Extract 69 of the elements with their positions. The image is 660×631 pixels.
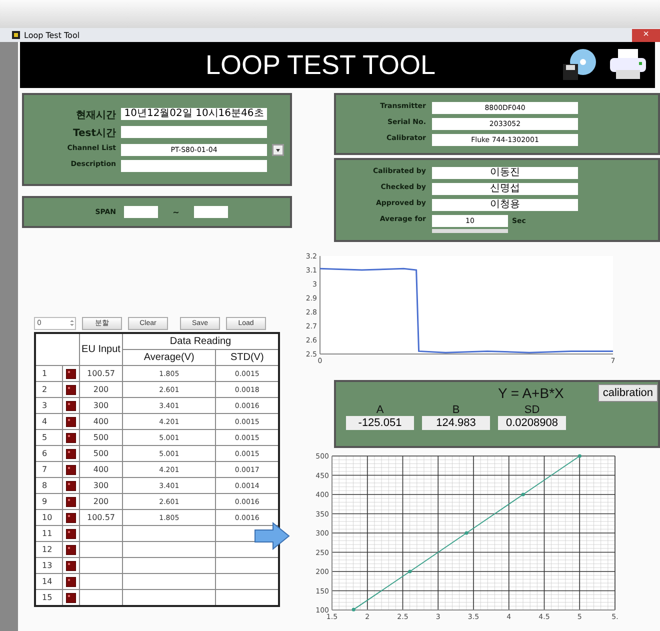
table-cell: 500 xyxy=(80,430,122,446)
table-cell: 500 xyxy=(80,446,122,462)
row-number: 14 xyxy=(35,574,62,590)
led-indicator-icon xyxy=(66,480,76,490)
dropdown-arrow-icon[interactable] xyxy=(272,144,284,156)
field-label: Test시간 xyxy=(72,126,116,140)
table-cell: 100.57 xyxy=(80,366,122,382)
input-field[interactable] xyxy=(124,206,158,218)
table-cell: 300 xyxy=(80,478,122,494)
window-title: Loop Test Tool xyxy=(24,30,81,40)
app-icon xyxy=(12,31,20,39)
text-field[interactable] xyxy=(121,160,267,172)
row-number: 4 xyxy=(35,414,62,430)
printer-icon[interactable] xyxy=(609,48,647,80)
table-cell: 400 xyxy=(80,414,122,430)
row-number: 6 xyxy=(35,446,62,462)
row-number: 9 xyxy=(35,494,62,510)
text-field[interactable]: 이청용 xyxy=(432,199,578,211)
coefficient-label: B xyxy=(452,404,460,416)
led-indicator-icon xyxy=(66,432,76,442)
row-number: 5 xyxy=(35,430,62,446)
app-title: LOOP TEST TOOL xyxy=(204,50,437,80)
led-indicator-icon xyxy=(66,592,76,602)
led-indicator-icon xyxy=(66,528,76,538)
table-cell: 200 xyxy=(80,382,122,398)
right-arrow-icon xyxy=(254,522,290,550)
column-header: EU Input xyxy=(80,333,122,366)
text-field[interactable] xyxy=(121,126,267,138)
coefficient-value: 124.983 xyxy=(422,416,490,430)
close-button[interactable]: × xyxy=(632,28,660,42)
column-header: STD(V) xyxy=(216,350,279,366)
led-indicator-icon xyxy=(66,512,76,522)
equation-text: Y = A+B*X xyxy=(498,385,564,401)
text-field[interactable]: 이동진 xyxy=(432,167,578,179)
row-number: 1 xyxy=(35,366,62,382)
table-cell: 100.57 xyxy=(80,510,122,526)
coefficient-value: -125.051 xyxy=(346,416,414,430)
led-indicator-icon xyxy=(66,560,76,570)
text-field[interactable]: 신명섭 xyxy=(432,183,578,195)
led-indicator-icon xyxy=(66,496,76,506)
led-indicator-icon xyxy=(66,464,76,474)
led-indicator-icon xyxy=(66,384,76,394)
led-indicator-icon xyxy=(66,416,76,426)
input-field[interactable] xyxy=(194,206,228,218)
led-indicator-icon xyxy=(66,544,76,554)
coefficient-label: SD xyxy=(524,404,540,416)
range-separator: ~ xyxy=(172,208,180,216)
calibration-button[interactable]: calibration xyxy=(598,384,658,402)
row-number: 13 xyxy=(35,558,62,574)
row-number: 7 xyxy=(35,462,62,478)
text-field[interactable]: 10년12월02일 10시16분46초 xyxy=(121,108,267,120)
row-number: 12 xyxy=(35,542,62,558)
led-indicator-icon xyxy=(66,400,76,410)
coefficient-value: 0.0208908 xyxy=(498,416,566,430)
led-indicator-icon xyxy=(66,576,76,586)
coefficient-label: A xyxy=(376,404,384,416)
row-number: 11 xyxy=(35,526,62,542)
table-cell: 200 xyxy=(80,494,122,510)
table-cell: 400 xyxy=(80,462,122,478)
table-cell: 300 xyxy=(80,398,122,414)
field-label: 현재시간 xyxy=(75,108,116,122)
row-number: 3 xyxy=(35,398,62,414)
row-number: 2 xyxy=(35,382,62,398)
led-indicator-icon xyxy=(66,368,76,378)
led-indicator-icon xyxy=(66,448,76,458)
row-number: 8 xyxy=(35,478,62,494)
save-disk-icon[interactable] xyxy=(561,48,597,82)
row-number: 10 xyxy=(35,510,62,526)
column-header: Average(V) xyxy=(122,350,216,366)
